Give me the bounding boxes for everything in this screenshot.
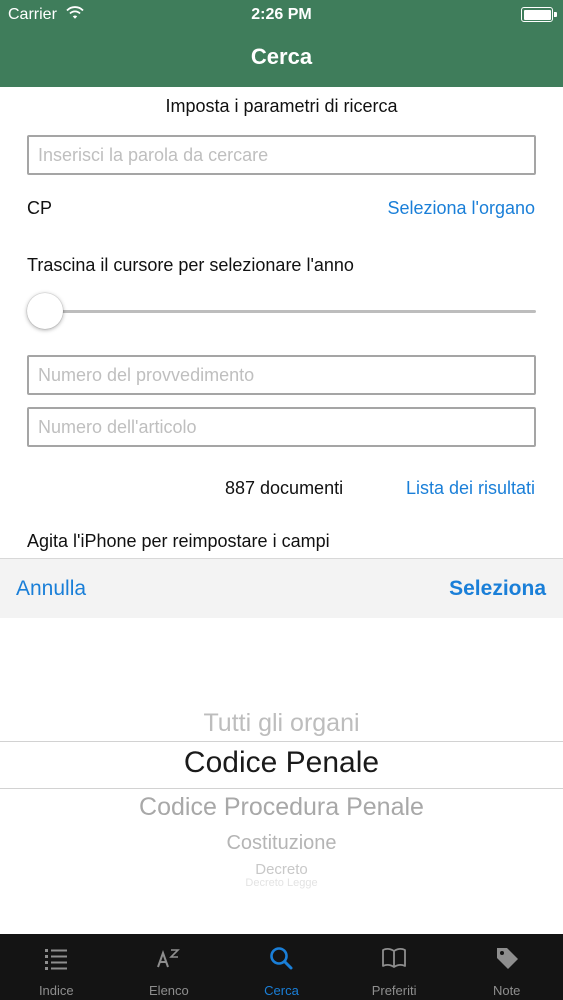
tab-label: Elenco bbox=[149, 983, 189, 998]
list-icon bbox=[45, 949, 68, 970]
cancel-button[interactable]: Annulla bbox=[16, 577, 86, 601]
picker-option[interactable]: Decreto bbox=[0, 861, 563, 878]
tab-label: Preferiti bbox=[371, 983, 417, 998]
tag-icon bbox=[496, 948, 518, 969]
search-input[interactable] bbox=[27, 135, 536, 175]
navigation-header: Carrier 2:26 PM Cerca bbox=[0, 0, 563, 87]
search-icon bbox=[270, 947, 293, 970]
picker-option[interactable]: Tutti gli organi bbox=[0, 709, 563, 738]
shake-reset-hint: Agita l'iPhone per reimpostare i campi bbox=[27, 531, 330, 551]
status-bar: Carrier 2:26 PM bbox=[0, 0, 563, 30]
picker-option[interactable]: Codice Procedura Penale bbox=[0, 793, 563, 822]
document-number-input[interactable] bbox=[27, 355, 536, 395]
select-organ-link[interactable]: Seleziona l'organo bbox=[387, 198, 535, 219]
picker-option-selected[interactable]: Codice Penale bbox=[0, 746, 563, 780]
tab-label: Note bbox=[492, 983, 521, 998]
book-icon bbox=[382, 948, 406, 968]
results-list-link[interactable]: Lista dei risultati bbox=[406, 478, 535, 499]
tab-bar: Indice Elenco Cerca Preferiti Note bbox=[0, 934, 563, 1000]
tab-indice[interactable]: Indice bbox=[0, 934, 113, 1000]
tab-label: Cerca bbox=[264, 983, 299, 998]
status-time: 2:26 PM bbox=[251, 6, 312, 23]
battery-icon bbox=[521, 7, 557, 22]
alphabetical-sort-icon bbox=[156, 949, 180, 968]
form-heading: Imposta i parametri di ricerca bbox=[165, 96, 398, 116]
selected-organ-code: CP bbox=[27, 198, 53, 218]
document-count: 887 documenti bbox=[225, 478, 344, 498]
organ-picker[interactable]: Tutti gli organi Codice Penale Codice Pr… bbox=[0, 618, 563, 934]
tab-cerca[interactable]: Cerca bbox=[225, 934, 338, 1000]
year-slider[interactable] bbox=[27, 292, 536, 332]
picker-option[interactable]: Decreto Legge bbox=[0, 877, 563, 889]
picker-option[interactable]: Costituzione bbox=[0, 832, 563, 855]
tab-label: Indice bbox=[38, 983, 74, 998]
article-number-input[interactable] bbox=[27, 407, 536, 447]
tab-elenco[interactable]: Elenco bbox=[113, 934, 226, 1000]
picker-toolbar: Annulla Seleziona bbox=[0, 558, 563, 618]
slider-thumb[interactable] bbox=[27, 293, 63, 329]
year-slider-label: Trascina il cursore per selezionare l'an… bbox=[27, 255, 354, 275]
tab-note[interactable]: Note bbox=[450, 934, 563, 1000]
page-title: Cerca bbox=[250, 44, 313, 69]
tab-preferiti[interactable]: Preferiti bbox=[338, 934, 451, 1000]
slider-track[interactable] bbox=[27, 310, 536, 313]
select-button[interactable]: Seleziona bbox=[449, 577, 546, 601]
